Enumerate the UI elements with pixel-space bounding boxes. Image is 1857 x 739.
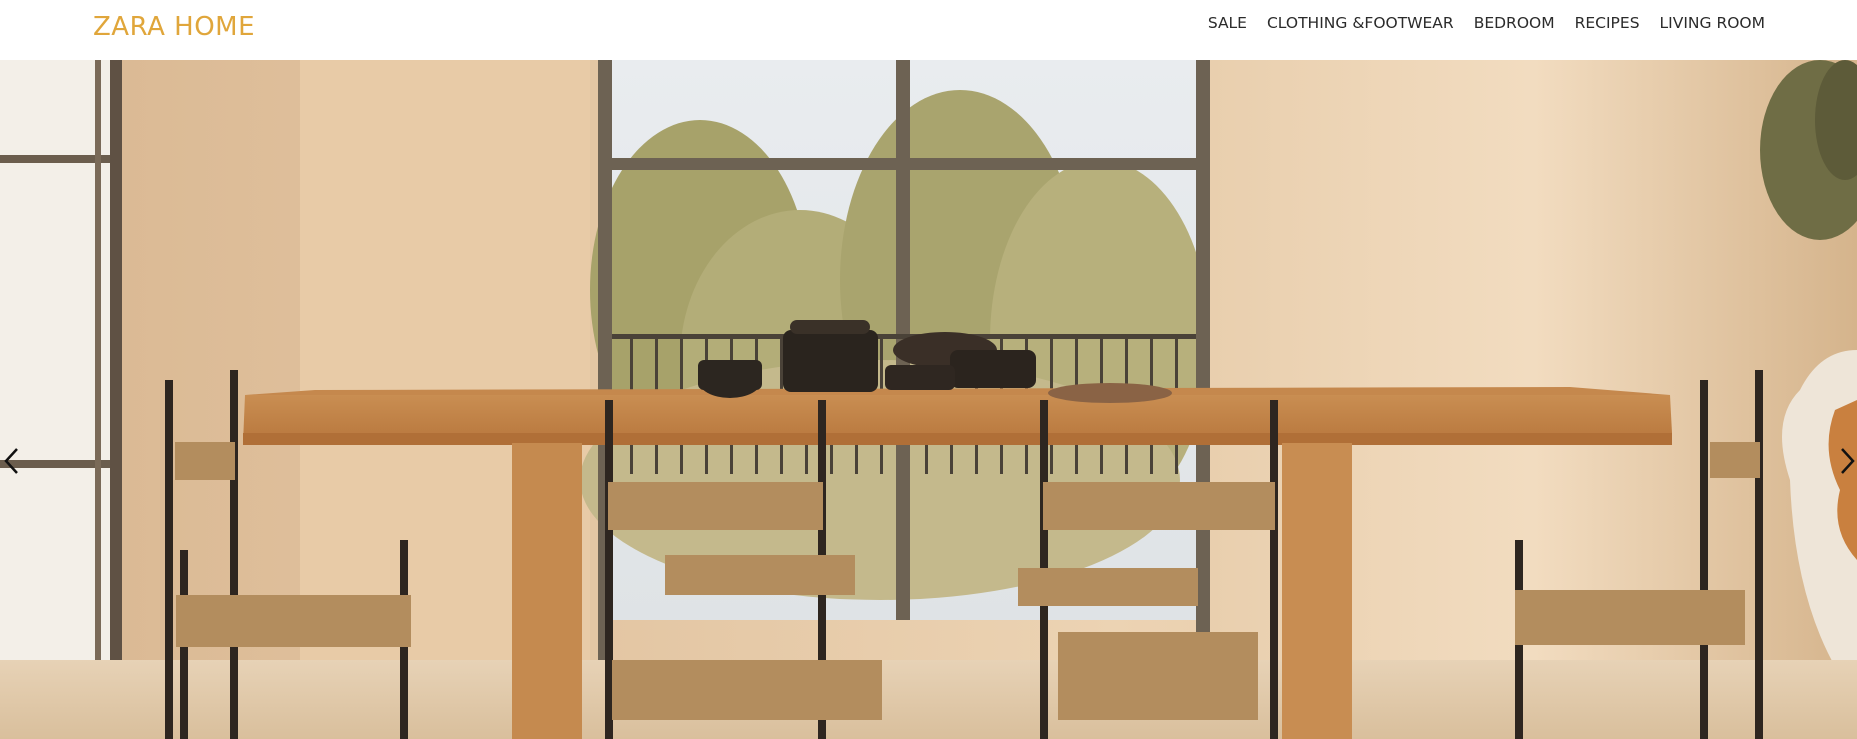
brand-logo[interactable]: ZARA HOME xyxy=(93,12,255,42)
nav-item-clothing-footwear[interactable]: CLOTHING &FOOTWEAR xyxy=(1267,14,1454,32)
carousel-next-button[interactable] xyxy=(1837,446,1857,476)
site-header: ZARA HOME SALE CLOTHING &FOOTWEAR BEDROO… xyxy=(0,0,1857,60)
chevron-left-icon xyxy=(4,448,18,474)
nav-item-recipes[interactable]: RECIPES xyxy=(1575,14,1640,32)
nav-item-bedroom[interactable]: BEDROOM xyxy=(1474,14,1555,32)
chevron-right-icon xyxy=(1841,448,1855,474)
carousel-prev-button[interactable] xyxy=(2,446,22,476)
hero-image xyxy=(0,60,1857,739)
hero-carousel xyxy=(0,60,1857,739)
main-nav: SALE CLOTHING &FOOTWEAR BEDROOM RECIPES … xyxy=(1208,14,1765,32)
nav-item-sale[interactable]: SALE xyxy=(1208,14,1247,32)
nav-item-living-room[interactable]: LIVING ROOM xyxy=(1660,14,1765,32)
